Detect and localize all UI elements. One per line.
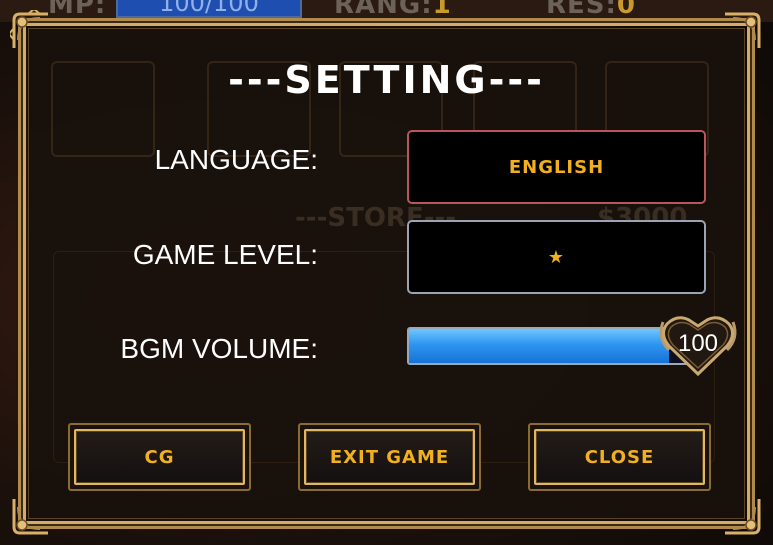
mp-label: MP: (48, 0, 107, 20)
res-label: RES: (546, 0, 617, 20)
rang-stat: RANG:1 (334, 0, 452, 20)
ornament-corner-icon (721, 495, 763, 537)
close-button[interactable]: CLOSE (528, 423, 711, 491)
ornament-corner-icon (10, 495, 52, 537)
bgm-volume-fill (409, 329, 670, 363)
star-icon: ★ (547, 246, 566, 268)
exit-game-button[interactable]: EXIT GAME (298, 423, 481, 491)
close-button-label: CLOSE (534, 429, 705, 485)
rang-label: RANG: (334, 0, 433, 20)
cg-button[interactable]: CG (68, 423, 251, 491)
dialog-title: ---SETTING--- (228, 58, 545, 102)
ornament-corner-icon (7, 7, 52, 52)
cg-button-label: CG (74, 429, 245, 485)
language-value: ENGLISH (508, 156, 605, 178)
language-label: LANGUAGE: (154, 144, 318, 175)
res-stat: RES:0 (546, 0, 636, 20)
res-value: 0 (616, 0, 636, 20)
ornament-corner-icon (721, 10, 763, 52)
rang-value: 1 (432, 0, 452, 20)
language-selector[interactable]: ENGLISH (407, 130, 706, 204)
bgm-volume-label: BGM VOLUME: (120, 333, 318, 364)
game-level-label: GAME LEVEL: (132, 239, 318, 270)
bgm-volume-value: 100 (677, 330, 719, 357)
exit-game-button-label: EXIT GAME (304, 429, 475, 485)
mp-bar: 100/100 (116, 0, 302, 18)
game-level-selector[interactable]: ★ (407, 220, 706, 294)
